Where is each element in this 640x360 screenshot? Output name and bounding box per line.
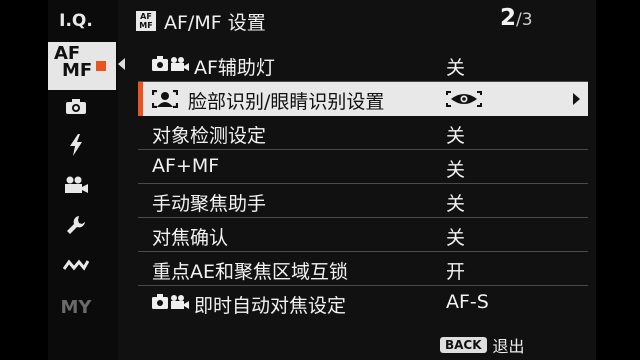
menu-row-label: 脸部识别/眼睛识别设置 [188,91,385,113]
sidebar-item-shooting[interactable] [48,88,104,126]
submenu-arrow-icon [573,93,580,105]
sidebar-selection-arrow [118,58,125,70]
sidebar-item-setup[interactable] [48,206,104,244]
menu-row-value: 开 [446,261,466,283]
sidebar-item-connection[interactable] [48,246,104,284]
menu-row-value: 关 [446,227,466,249]
menu-row-label: 对象检测设定 [152,125,267,147]
menu-row-label: AF+MF [152,155,220,177]
menu-row-label: 对焦确认 [152,227,229,249]
menu-row-focus-check[interactable]: 对焦确认 关 [138,218,588,252]
af-mf-accent-square [96,61,106,71]
menu-row-label: 即时自动对焦设定 [194,295,347,317]
sidebar-item-my-menu[interactable]: MY [48,288,104,326]
page-title: AF/MF 设置 [164,12,266,34]
menu-row-interlock-spot-ae[interactable]: 重点AE和聚焦区域互锁 开 [138,252,588,286]
camera-icon [66,99,86,114]
menu-row-instant-af[interactable]: 即时自动对焦设定 AF-S [138,286,588,320]
header: AF MF AF/MF 设置 2 /3 [130,5,550,38]
back-button-icon: BACK [440,337,487,353]
photo-movie-icon [152,56,189,71]
flash-icon [70,134,82,156]
af-mf-icon: AF MF [54,45,93,81]
menu-row-label: 手动聚焦助手 [152,193,267,215]
eye-detect-icon [446,91,482,107]
page-indicator-current: 2 [500,5,517,31]
menu-row-value: 关 [446,125,466,147]
sidebar-item-af-mf[interactable]: AF MF [48,42,116,90]
wrench-icon [67,216,85,234]
menu-row-af-illuminator[interactable]: AF辅助灯 关 [138,48,588,82]
menu-row-subject-detection[interactable]: 对象检测设定 关 [138,116,588,150]
photo-movie-icon [152,294,189,309]
sidebar-item-flash[interactable] [48,126,104,164]
menu-list: AF辅助灯 关 脸部识别/眼睛识别设置 对象检测设定 关 AF+MF 关 手动聚… [138,48,588,320]
menu-row-label: AF辅助灯 [194,57,275,79]
af-mf-menu-icon: AF MF [136,11,156,31]
menu-row-face-eye-detection[interactable]: 脸部识别/眼睛识别设置 [138,82,588,116]
back-label: 退出 [492,337,525,356]
footer-back[interactable]: BACK 退出 [440,334,525,356]
sidebar-item-movie[interactable] [48,166,104,204]
mf-label: MF [62,60,93,81]
sidebar-item-iq[interactable]: I.Q. [48,2,104,40]
menu-row-af-mf[interactable]: AF+MF 关 [138,150,588,184]
menu-row-mf-assist[interactable]: 手动聚焦助手 关 [138,184,588,218]
page-indicator-total: /3 [516,10,533,30]
menu-row-value: AF-S [446,291,489,313]
menu-row-value: 关 [446,57,466,79]
menu-row-label: 重点AE和聚焦区域互锁 [152,261,349,283]
face-detect-icon [152,90,178,108]
sidebar: I.Q. AF MF MY [48,0,118,360]
my-menu-icon: MY [60,296,92,318]
menu-row-value: 关 [446,159,466,181]
iq-label: I.Q. [59,11,93,31]
movie-camera-icon [65,176,88,193]
menu-row-value: 关 [446,193,466,215]
connection-icon [63,259,89,271]
